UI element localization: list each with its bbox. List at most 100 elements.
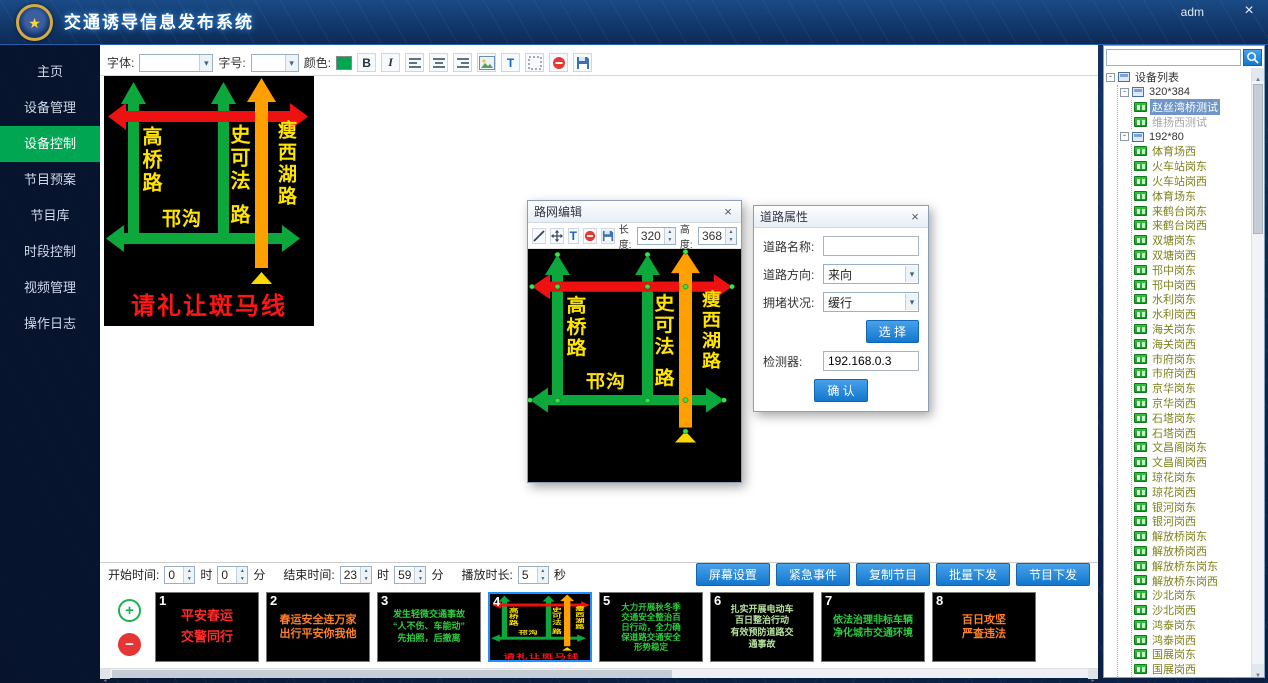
road-name-input[interactable] [823,236,919,256]
tree-group-320x384[interactable]: 320*384 [1120,85,1251,100]
sidebar-item[interactable]: 视频管理 [0,270,100,306]
sidebar-item[interactable]: 主页 [0,54,100,90]
tree-group-192x80[interactable]: 192*80 [1120,129,1251,144]
tree-expander-icon[interactable] [1120,132,1129,141]
insert-image-icon[interactable] [477,53,496,72]
delete-icon[interactable] [583,228,597,244]
tree-device-item[interactable]: 维扬西测试 [1134,114,1251,129]
confirm-button[interactable]: 确 认 [814,379,867,402]
tree-device-item[interactable]: 沙北岗东 [1134,588,1251,603]
save-icon[interactable] [573,53,592,72]
tree-device-item[interactable]: 文昌阁岗东 [1134,440,1251,455]
height-spinner[interactable]: 368 [698,227,737,245]
remove-program-button[interactable] [118,633,141,656]
tree-device-item[interactable]: 琼花岗西 [1134,484,1251,499]
close-icon[interactable] [908,210,922,224]
tree-device-item[interactable]: 文昌阁岗西 [1134,455,1251,470]
action-button[interactable]: 节目下发 [1016,563,1090,586]
tree-device-item[interactable]: 来鹤台岗西 [1134,218,1251,233]
device-search-input[interactable] [1106,49,1241,66]
road-props-titlebar[interactable]: 道路属性 [754,206,928,228]
spin-arrows[interactable] [725,228,736,244]
sign-preview[interactable]: 高桥路 史可法 路 邗沟 瘦西湖路 请礼让斑马线 [104,76,314,326]
tree-device-item[interactable]: 京华岗西 [1134,396,1251,411]
spin-arrows[interactable] [360,567,371,583]
delete-icon[interactable] [549,53,568,72]
horizontal-scrollbar[interactable] [100,668,1098,678]
draw-line-icon[interactable] [532,228,546,244]
align-right-icon[interactable] [453,53,472,72]
tree-device-item[interactable]: 双塘岗西 [1134,248,1251,263]
sidebar-item[interactable]: 操作日志 [0,306,100,342]
tree-device-item[interactable]: 国展岗东 [1134,647,1251,662]
save-icon[interactable] [601,228,615,244]
close-icon[interactable] [1240,2,1258,20]
length-spinner[interactable]: 320 [637,227,676,245]
italic-button[interactable]: I [381,53,400,72]
tree-device-item[interactable]: 琼花岗东 [1134,470,1251,485]
tree-expander-icon[interactable] [1106,73,1115,82]
spin-arrows[interactable] [236,567,247,583]
tree-device-item[interactable]: 邗中岗西 [1134,277,1251,292]
playlist-item-6[interactable]: 6 扎实开展电动车百日整治行动有效预防道路交通事故 [710,592,814,662]
scroll-left-icon[interactable] [100,669,110,679]
end-minute-spinner[interactable]: 59 [394,566,426,584]
font-size-select[interactable] [251,54,299,72]
playlist-item-1[interactable]: 1 平安春运交警同行 [155,592,259,662]
tree-device-item[interactable]: 鸿泰岗西 [1134,632,1251,647]
tree-device-item[interactable]: 京华岗东 [1134,381,1251,396]
tree-device-item[interactable]: 市府岗西 [1134,366,1251,381]
tree-device-item[interactable]: 市府岗东 [1134,351,1251,366]
add-program-button[interactable] [118,599,141,622]
spin-arrows[interactable] [183,567,194,583]
action-button[interactable]: 屏幕设置 [696,563,770,586]
roadnet-dialog-titlebar[interactable]: 路网编辑 [528,201,741,223]
align-left-icon[interactable] [405,53,424,72]
tree-root[interactable]: 设备列表 [1106,70,1251,85]
tree-device-item[interactable]: 解放桥东岗东 [1134,558,1251,573]
tree-device-item[interactable]: 解放桥东岗西 [1134,573,1251,588]
playlist-item-5[interactable]: 5 大力开展秋冬季交通安全整治百日行动，全力确保道路交通安全形势稳定 [599,592,703,662]
playlist-item-2[interactable]: 2 春运安全连万家出行平安你我他 [266,592,370,662]
vertical-scrollbar[interactable] [1251,68,1264,677]
action-button[interactable]: 批量下发 [936,563,1010,586]
playlist-item-8[interactable]: 8 百日攻坚严查违法 [932,592,1036,662]
text-tool-icon[interactable]: T [568,228,579,244]
roadnet-canvas[interactable]: 高桥路 史可法 路 邗沟 瘦西湖路 [528,249,741,482]
tree-device-item[interactable]: 体育场西 [1134,144,1251,159]
scroll-down-icon[interactable] [1252,664,1264,677]
tree-device-item[interactable]: 火车站岗东 [1134,159,1251,174]
action-button[interactable]: 紧急事件 [776,563,850,586]
action-button[interactable]: 复制节目 [856,563,930,586]
spin-arrows[interactable] [414,567,425,583]
tree-device-item[interactable]: 海关岗东 [1134,322,1251,337]
scroll-up-icon[interactable] [1252,68,1264,81]
tree-expander-icon[interactable] [1120,88,1129,97]
text-tool-icon[interactable]: T [501,53,520,72]
search-button[interactable] [1243,49,1262,66]
sidebar-item[interactable]: 节目预案 [0,162,100,198]
tree-device-item[interactable]: 体育场东 [1134,188,1251,203]
align-center-icon[interactable] [429,53,448,72]
playlist-item-3[interactable]: 3 发生轻微交通事故“人不伤、车能动”先拍照，后撤离 [377,592,481,662]
tree-device-item[interactable]: 石塔岗西 [1134,425,1251,440]
tree-device-item[interactable]: 银河岗西 [1134,514,1251,529]
tree-device-item[interactable]: 银河岗东 [1134,499,1251,514]
scrollbar-thumb[interactable] [1253,84,1263,234]
tree-device-item[interactable]: 双塘岗东 [1134,233,1251,248]
playlist-item-4[interactable]: 4 高桥路 史可法 路 邗沟 瘦西湖路 [488,592,592,662]
end-hour-spinner[interactable]: 23 [340,566,372,584]
sidebar-item[interactable]: 时段控制 [0,234,100,270]
tree-device-item[interactable]: 火车站岗西 [1134,174,1251,189]
tree-device-item[interactable]: 沙北岗西 [1134,603,1251,618]
tree-device-item[interactable]: 石塔岗东 [1134,410,1251,425]
bold-button[interactable]: B [357,53,376,72]
detector-input[interactable] [823,351,919,371]
road-direction-select[interactable]: 来向 [823,264,919,284]
scrollbar-thumb[interactable] [112,670,672,678]
spin-arrows[interactable] [537,567,548,583]
tree-device-item[interactable]: 国展岗西 [1134,662,1251,677]
tree-device-item[interactable]: 水利岗西 [1134,307,1251,322]
congestion-select[interactable]: 缓行 [823,292,919,312]
user-label[interactable]: adm [1181,5,1204,19]
